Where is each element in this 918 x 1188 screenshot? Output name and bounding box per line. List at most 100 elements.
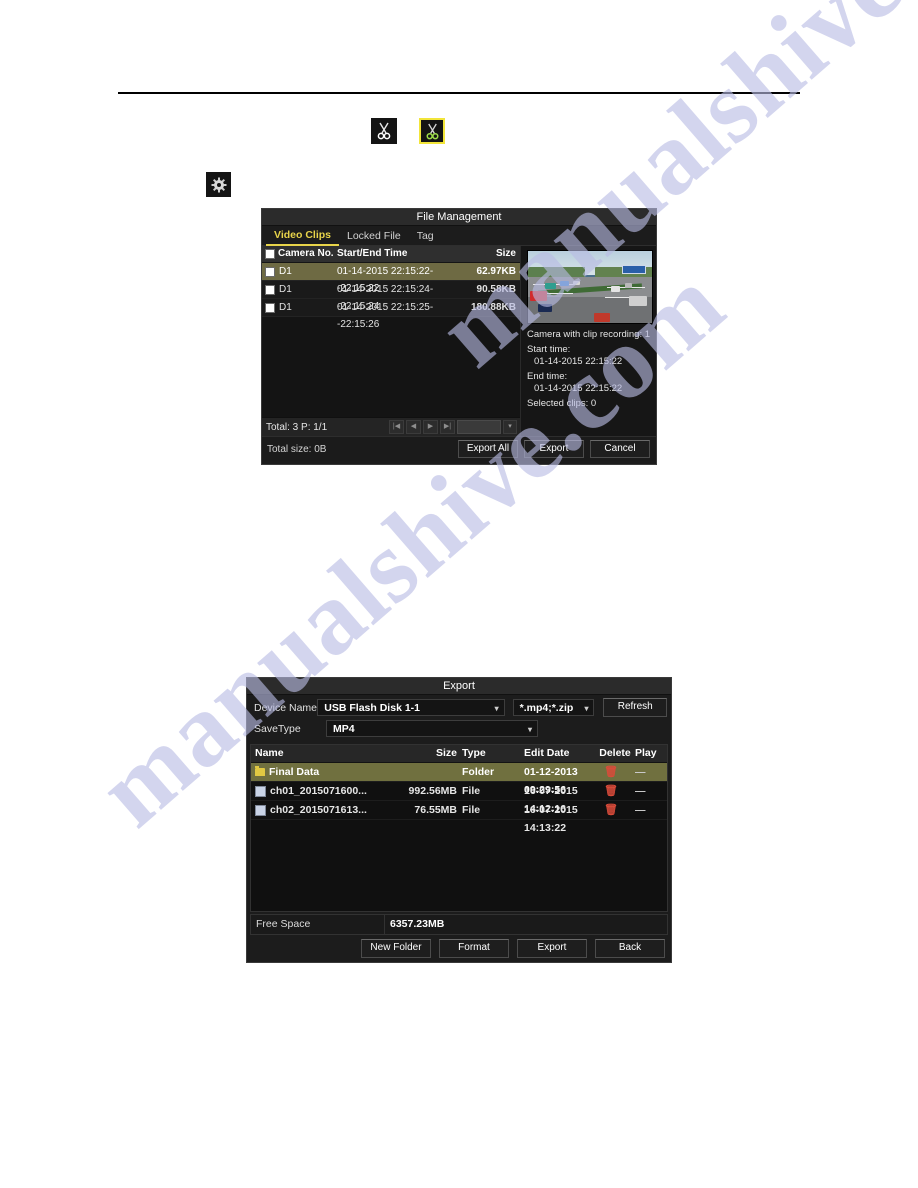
table-row[interactable]: D1 01-14-2015 22:15:22--22:15:22 62.97KB: [262, 263, 520, 294]
tab-video-clips[interactable]: Video Clips: [266, 226, 339, 246]
file-icon: [255, 785, 266, 797]
start-time-block: Start time: 01-14-2015 22:15:22: [527, 344, 651, 368]
list-item[interactable]: ch02_2015071613... 76.55MB File 16-07-20…: [251, 801, 667, 834]
row-size-cell: 62.97KB: [476, 266, 516, 277]
scissors-icon[interactable]: [371, 118, 397, 144]
clips-header-camera: Camera No.: [262, 246, 337, 262]
camera-clip-count: Camera with clip recording: 1: [527, 329, 651, 340]
savetype-value: MP4: [333, 723, 355, 735]
export-table-header: Name Size Type Edit Date Delete Play: [251, 745, 667, 763]
clips-table-panel: Camera No. Start/End Time Size D1 01-14-…: [262, 246, 521, 436]
header-play: Play: [635, 747, 657, 759]
cancel-button[interactable]: Cancel: [590, 440, 650, 458]
savetype-select[interactable]: MP4 ▾: [326, 720, 538, 737]
list-item[interactable]: Final Data Folder 01-12-2013 09:29:56 🗑 …: [251, 763, 667, 796]
clips-table-header: Camera No. Start/End Time Size: [262, 246, 520, 263]
export-file-table: Name Size Type Edit Date Delete Play Fin…: [250, 744, 668, 912]
row-checkbox[interactable]: [265, 266, 275, 277]
file-type-cell: Folder: [462, 766, 495, 778]
pager-last-button[interactable]: ▶|: [440, 420, 455, 434]
preview-vehicle: [530, 291, 548, 302]
file-name-cell: Final Data: [251, 763, 383, 781]
table-row[interactable]: D1 01-14-2015 22:15:25--22:15:26 180.88K…: [262, 299, 520, 330]
preview-vehicle: [610, 285, 620, 292]
preview-vehicle: [593, 312, 610, 322]
total-size-label: Total size: 0B: [267, 443, 327, 455]
pager-prev-button[interactable]: ◀: [406, 420, 421, 434]
device-name-select[interactable]: USB Flash Disk 1-1 ▾: [317, 699, 505, 716]
format-button[interactable]: Format: [439, 938, 509, 958]
gear-icon[interactable]: [206, 172, 231, 197]
refresh-button[interactable]: Refresh: [603, 698, 667, 717]
savetype-label: SaveType: [254, 722, 301, 735]
preview-trees-left: [528, 266, 586, 277]
chevron-down-icon: ▾: [527, 725, 532, 734]
file-filter-select[interactable]: *.mp4;*.zip ▾: [512, 699, 595, 716]
pager-first-button[interactable]: |◀: [389, 420, 404, 434]
clips-list: D1 01-14-2015 22:15:22--22:15:22 62.97KB…: [262, 263, 520, 417]
row-checkbox[interactable]: [265, 284, 275, 295]
preview-vehicle: [537, 304, 552, 313]
tab-locked-file[interactable]: Locked File: [339, 227, 409, 245]
header-edit-date: Edit Date: [524, 747, 570, 759]
pager-page-input[interactable]: [457, 420, 501, 434]
file-date-cell: 16-07-2015 14:13:22: [524, 804, 578, 834]
start-time-label: Start time:: [527, 344, 571, 355]
tab-tag[interactable]: Tag: [409, 227, 442, 245]
clips-header-size: Size: [495, 248, 516, 259]
device-name-label: Device Name: [254, 701, 318, 714]
free-space-label: Free Space: [251, 915, 385, 934]
file-name-cell: ch02_2015071613...: [251, 801, 383, 819]
device-name-value: USB Flash Disk 1-1: [324, 702, 420, 714]
select-all-checkbox[interactable]: [265, 249, 275, 259]
export-all-button[interactable]: Export All: [458, 440, 518, 458]
export-button[interactable]: Export: [524, 440, 584, 458]
clip-preview-panel: Camera with clip recording: 1 Start time…: [521, 246, 656, 436]
clip-details: Camera with clip recording: 1 Start time…: [527, 324, 651, 410]
table-row[interactable]: D1 01-14-2015 22:15:24--22:15:24 90.58KB: [262, 281, 520, 312]
play-cell[interactable]: —: [631, 801, 667, 819]
preview-vehicle: [625, 282, 633, 288]
chevron-down-icon[interactable]: ▾: [503, 420, 517, 434]
row-size-cell: 180.88KB: [470, 302, 516, 313]
scissors-glyph: [377, 122, 391, 140]
savetype-row: SaveType MP4 ▾: [251, 719, 667, 738]
export-form: Device Name USB Flash Disk 1-1 ▾ *.mp4;*…: [247, 695, 671, 742]
pager-total-label: Total: 3 P: 1/1: [266, 421, 328, 433]
delete-icon[interactable]: 🗑: [591, 782, 631, 800]
row-time-cell: 01-14-2015 22:15:25--22:15:26: [337, 302, 434, 330]
preview-vehicle: [545, 282, 557, 289]
file-icon: [255, 804, 266, 816]
gear-glyph: [211, 177, 226, 192]
header-delete: Delete: [599, 747, 631, 759]
file-name-text: Final Data: [269, 766, 320, 778]
export-confirm-button[interactable]: Export: [517, 938, 587, 958]
export-dialog-title: Export: [247, 678, 671, 695]
preview-vehicle: [629, 295, 648, 306]
scissors-active-icon[interactable]: [419, 118, 445, 144]
back-button[interactable]: Back: [595, 938, 665, 958]
delete-icon[interactable]: 🗑: [591, 801, 631, 819]
device-name-row: Device Name USB Flash Disk 1-1 ▾ *.mp4;*…: [251, 698, 667, 717]
new-folder-button[interactable]: New Folder: [361, 938, 431, 958]
play-cell[interactable]: —: [631, 782, 667, 800]
header-type: Type: [462, 747, 486, 759]
row-camera-cell: D1: [262, 299, 337, 316]
file-type-cell: File: [462, 785, 481, 797]
selected-clips-count: Selected clips: 0: [527, 398, 597, 409]
play-cell[interactable]: —: [631, 763, 667, 781]
free-space-row: Free Space 6357.23MB: [250, 914, 668, 935]
row-checkbox[interactable]: [265, 302, 275, 313]
page-header-rule: [118, 92, 800, 94]
file-management-footer: Total size: 0B Export All Export Cancel: [262, 436, 656, 461]
row-time-cell: 01-14-2015 22:15:22--22:15:22: [337, 266, 434, 294]
folder-icon: [255, 766, 265, 776]
pager-next-button[interactable]: ▶: [423, 420, 438, 434]
end-time-label: End time:: [527, 371, 568, 382]
file-type-cell: File: [462, 804, 481, 816]
start-time-value: 01-14-2015 22:15:22: [534, 356, 623, 367]
export-dialog: Export Device Name USB Flash Disk 1-1 ▾ …: [246, 677, 672, 963]
list-item[interactable]: ch01_2015071600... 992.56MB File 16-07-2…: [251, 782, 667, 815]
file-size-cell: 992.56MB: [408, 785, 457, 797]
delete-icon[interactable]: 🗑: [591, 763, 631, 781]
